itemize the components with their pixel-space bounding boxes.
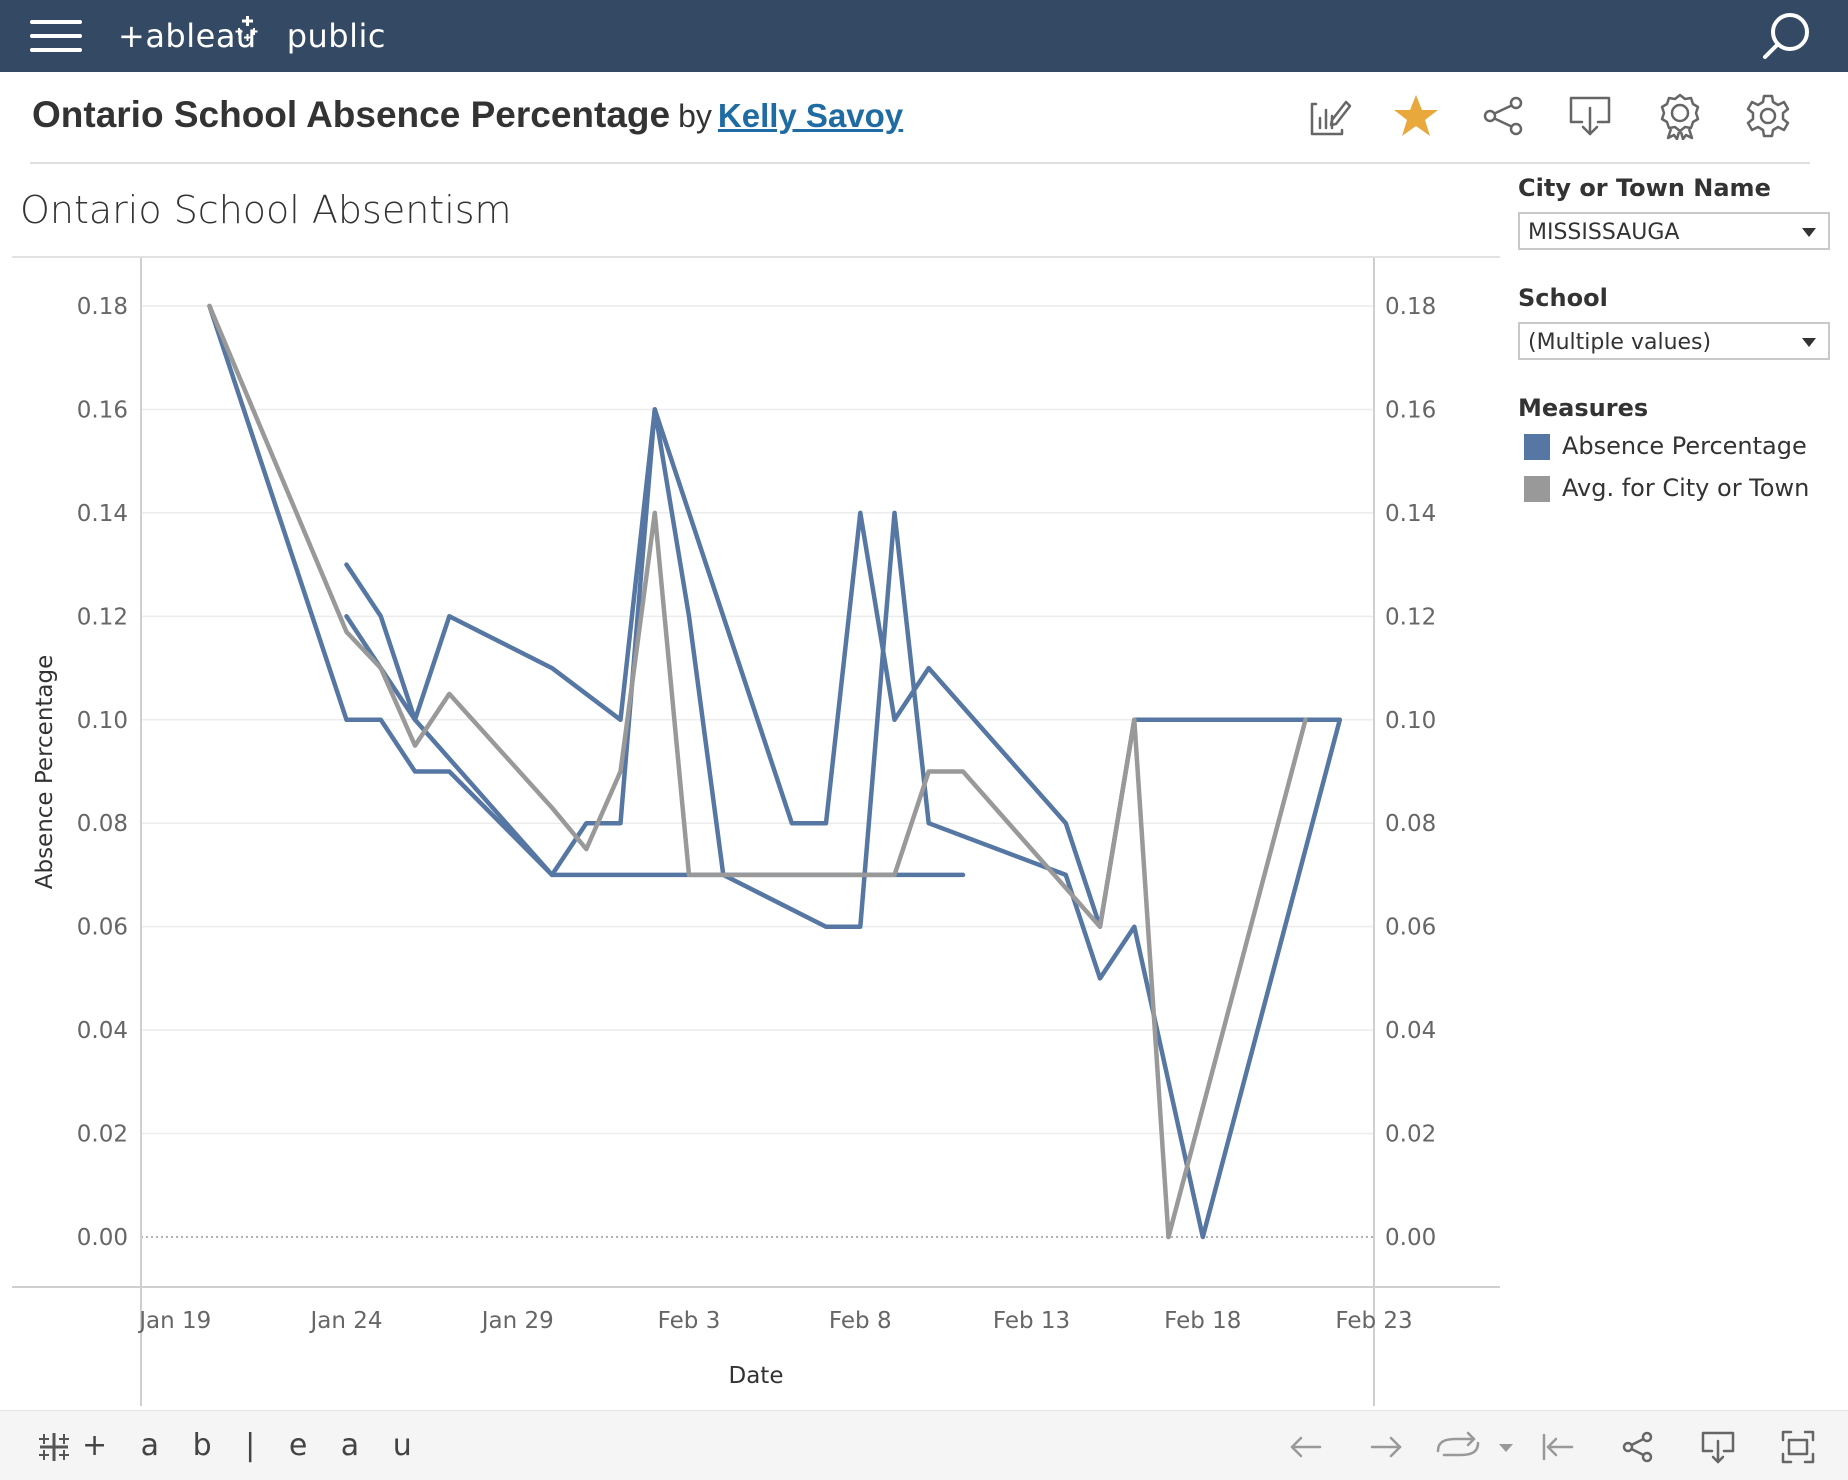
series-line bbox=[344, 407, 1343, 929]
series-line bbox=[207, 303, 1308, 1240]
replay-icon[interactable] bbox=[1432, 1429, 1484, 1465]
x-tick-label: Feb 3 bbox=[658, 1308, 721, 1334]
top-navigation-bar: +ableau public bbox=[0, 0, 1848, 72]
y2-tick-label: 0.10 bbox=[1385, 708, 1436, 734]
city-filter-dropdown[interactable]: MISSISSAUGA bbox=[1518, 212, 1830, 250]
y2-tick-label: 0.02 bbox=[1385, 1122, 1436, 1148]
legend-label: Absence Percentage bbox=[1562, 432, 1807, 460]
revert-to-start-icon[interactable] bbox=[1540, 1429, 1576, 1465]
legend-item-average[interactable]: Avg. for City or Town bbox=[1518, 468, 1830, 508]
tableau-footer-logo[interactable]: + a b | e a u bbox=[82, 1421, 424, 1471]
x-tick-label: Jan 29 bbox=[480, 1308, 554, 1334]
absence-line-chart: 0.00 0.00 0.02 0.02 0.04 0.04 0.06 0.06 0.08 0.08… bbox=[12, 258, 1500, 1406]
x-tick-label: Feb 8 bbox=[829, 1308, 892, 1334]
measures-legend-title: Measures bbox=[1518, 394, 1649, 422]
city-filter-value: MISSISSAUGA bbox=[1528, 220, 1680, 245]
x-tick-label: Jan 19 bbox=[137, 1308, 211, 1334]
bottom-toolbar: + a b | e a u bbox=[0, 1410, 1848, 1480]
chevron-down-icon bbox=[1802, 338, 1816, 347]
y-axis-title: Absence Percentage bbox=[32, 655, 58, 890]
download-icon[interactable] bbox=[1566, 92, 1614, 140]
y2-tick-label: 0.12 bbox=[1385, 604, 1436, 630]
x-tick-label: Feb 18 bbox=[1164, 1308, 1241, 1334]
y-tick-label: 0.08 bbox=[77, 811, 128, 837]
chevron-down-icon[interactable] bbox=[1496, 1429, 1516, 1465]
y2-tick-label: 0.04 bbox=[1385, 1018, 1436, 1044]
title-divider bbox=[30, 162, 1810, 164]
x-tick-label: Feb 23 bbox=[1335, 1308, 1412, 1334]
x-tick-label: Jan 24 bbox=[308, 1308, 382, 1334]
y-tick-label: 0.02 bbox=[77, 1122, 128, 1148]
y-tick-label: 0.12 bbox=[77, 604, 128, 630]
filter-panel: City or Town Name MISSISSAUGA School (Mu… bbox=[1518, 174, 1830, 508]
dashboard-heading: Ontario School Absentism bbox=[20, 188, 512, 232]
y-tick-label: 0.18 bbox=[77, 294, 128, 320]
redo-arrow-icon[interactable] bbox=[1368, 1429, 1404, 1465]
favorite-star-icon[interactable] bbox=[1392, 92, 1440, 140]
share-icon[interactable] bbox=[1620, 1429, 1656, 1465]
city-filter-label: City or Town Name bbox=[1518, 174, 1771, 202]
chevron-down-icon bbox=[1802, 228, 1816, 237]
y2-tick-label: 0.06 bbox=[1385, 915, 1436, 941]
legend-label: Avg. for City or Town bbox=[1562, 474, 1810, 502]
fullscreen-icon[interactable] bbox=[1780, 1429, 1816, 1465]
y-tick-label: 0.14 bbox=[77, 501, 128, 527]
hamburger-menu-icon[interactable] bbox=[30, 16, 82, 56]
share-icon[interactable] bbox=[1480, 92, 1528, 140]
y2-tick-label: 0.08 bbox=[1385, 811, 1436, 837]
y-tick-label: 0.06 bbox=[77, 915, 128, 941]
x-axis-title: Date bbox=[729, 1363, 784, 1389]
y2-tick-label: 0.18 bbox=[1385, 294, 1436, 320]
y2-tick-label: 0.14 bbox=[1385, 501, 1436, 527]
search-icon[interactable] bbox=[1760, 10, 1812, 62]
legend-item-absence[interactable]: Absence Percentage bbox=[1518, 426, 1830, 466]
legend-swatch-blue bbox=[1524, 434, 1550, 460]
tableau-footer-logo-icon bbox=[39, 1433, 69, 1461]
undo-arrow-icon[interactable] bbox=[1288, 1429, 1324, 1465]
y2-tick-label: 0.00 bbox=[1385, 1225, 1436, 1251]
author-link[interactable]: Kelly Savoy bbox=[718, 97, 903, 134]
y-tick-label: 0.16 bbox=[77, 397, 128, 423]
download-icon[interactable] bbox=[1700, 1429, 1736, 1465]
settings-gear-icon[interactable] bbox=[1744, 92, 1792, 140]
school-filter-dropdown[interactable]: (Multiple values) bbox=[1518, 322, 1830, 360]
y-tick-label: 0.10 bbox=[77, 708, 128, 734]
y-tick-label: 0.00 bbox=[77, 1225, 128, 1251]
logo-suffix: public bbox=[286, 17, 386, 55]
by-label: by bbox=[678, 98, 712, 134]
viz-title: Ontario School Absence Percentage bbox=[32, 94, 671, 135]
school-filter-value: (Multiple values) bbox=[1528, 330, 1712, 355]
y2-tick-label: 0.16 bbox=[1385, 397, 1436, 423]
x-tick-label: Feb 13 bbox=[993, 1308, 1070, 1334]
legend-swatch-gray bbox=[1524, 476, 1550, 502]
y-tick-label: 0.04 bbox=[77, 1018, 128, 1044]
edit-viz-icon[interactable] bbox=[1306, 92, 1354, 140]
title-row: Ontario School Absence Percentage by Kelly… bbox=[32, 94, 903, 136]
logo-sparkle-icon bbox=[235, 16, 258, 41]
viz-title-bar: Ontario School Absence Percentage by Kelly… bbox=[0, 72, 1848, 164]
badge-icon[interactable] bbox=[1656, 92, 1704, 140]
school-filter-label: School bbox=[1518, 284, 1608, 312]
